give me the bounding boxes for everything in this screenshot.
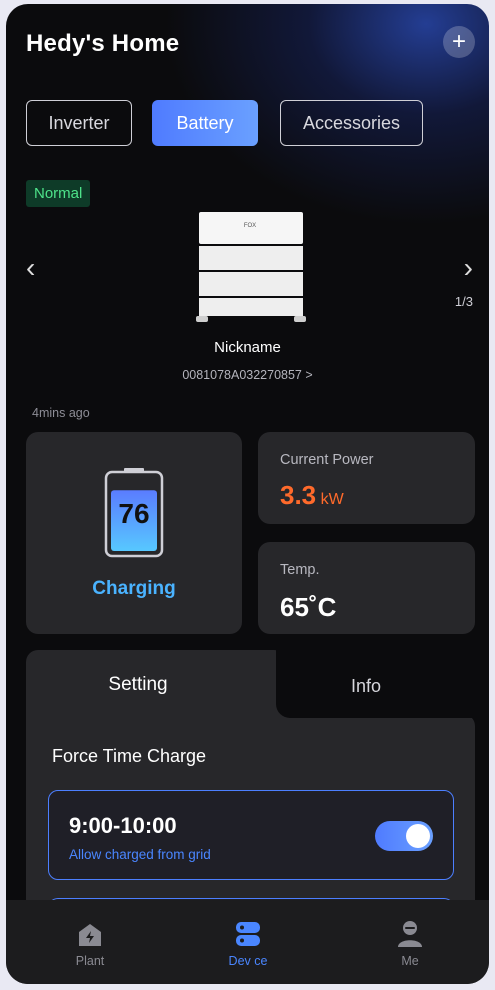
nav-me[interactable]: Me bbox=[350, 900, 470, 984]
temperature-card: Temp. 65˚C bbox=[258, 542, 475, 634]
nav-plant[interactable]: Plant bbox=[30, 900, 150, 984]
content-tabs-area: Setting Info Force Time Charge 9:00-10:0… bbox=[26, 650, 475, 964]
charge-slot-subtitle: Allow charged from grid bbox=[69, 847, 211, 862]
tab-inverter[interactable]: Inverter bbox=[26, 100, 132, 146]
house-lightning-icon bbox=[79, 924, 101, 946]
next-device-arrow-icon[interactable]: › bbox=[464, 252, 473, 284]
nav-me-label: Me bbox=[401, 954, 419, 968]
current-power-card: Current Power 3.3 kW bbox=[258, 432, 475, 524]
nav-plant-label: Plant bbox=[75, 954, 105, 968]
nav-device[interactable]: Dev ce bbox=[188, 900, 308, 984]
temperature-label: Temp. bbox=[280, 562, 320, 578]
plus-icon: + bbox=[451, 28, 466, 55]
battery-soc-value: 76 bbox=[118, 498, 150, 529]
charge-slot-toggle[interactable] bbox=[375, 821, 433, 851]
status-badge: Normal bbox=[26, 180, 91, 207]
last-updated: 4mins ago bbox=[32, 406, 90, 420]
charging-status: Charging bbox=[92, 578, 176, 599]
chevron-right-icon: > bbox=[305, 368, 313, 382]
force-time-charge-title: Force Time Charge bbox=[52, 746, 207, 766]
current-power-unit: kW bbox=[320, 491, 344, 508]
person-icon bbox=[398, 921, 422, 947]
battery-soc-card: 76 Charging bbox=[26, 432, 242, 634]
temperature-value: 65˚C bbox=[280, 592, 337, 622]
prev-device-arrow-icon[interactable]: ‹ bbox=[26, 252, 35, 284]
device-nickname[interactable]: Nickname bbox=[6, 339, 489, 356]
toggle-knob bbox=[406, 824, 430, 848]
device-pager: 1/3 bbox=[454, 294, 473, 309]
tab-inverter-label: Inverter bbox=[48, 112, 110, 133]
add-button[interactable]: + bbox=[443, 26, 475, 58]
charge-slot-card[interactable]: 9:00-10:00 Allow charged from grid bbox=[48, 790, 454, 880]
tab-battery[interactable]: Battery bbox=[152, 100, 258, 146]
page-title: Hedy's Home bbox=[26, 30, 180, 57]
tab-info[interactable]: Info bbox=[276, 676, 456, 697]
tab-battery-label: Battery bbox=[176, 112, 234, 133]
charge-slot-time: 9:00-10:00 bbox=[69, 813, 177, 838]
serial-number: 0081078A032270857 bbox=[182, 368, 302, 382]
tab-accessories-label: Accessories bbox=[302, 112, 401, 133]
bottom-nav: Plant Dev ce Me bbox=[6, 900, 489, 984]
tab-accessories[interactable]: Accessories bbox=[280, 100, 423, 146]
device-icon bbox=[236, 922, 260, 946]
current-power-label: Current Power bbox=[280, 452, 374, 468]
current-power-reading: 3.3 kW bbox=[280, 480, 344, 511]
tab-setting[interactable]: Setting bbox=[26, 674, 250, 696]
device-serial[interactable]: 0081078A032270857 > bbox=[6, 368, 489, 382]
current-power-value: 3.3 bbox=[280, 480, 317, 510]
brand-mark: FOX bbox=[244, 223, 256, 229]
nav-device-label: Dev ce bbox=[228, 954, 268, 968]
battery-device-image: FOX bbox=[196, 212, 306, 322]
phone-screen: Hedy's Home + Inverter Battery Accessori… bbox=[6, 4, 489, 984]
